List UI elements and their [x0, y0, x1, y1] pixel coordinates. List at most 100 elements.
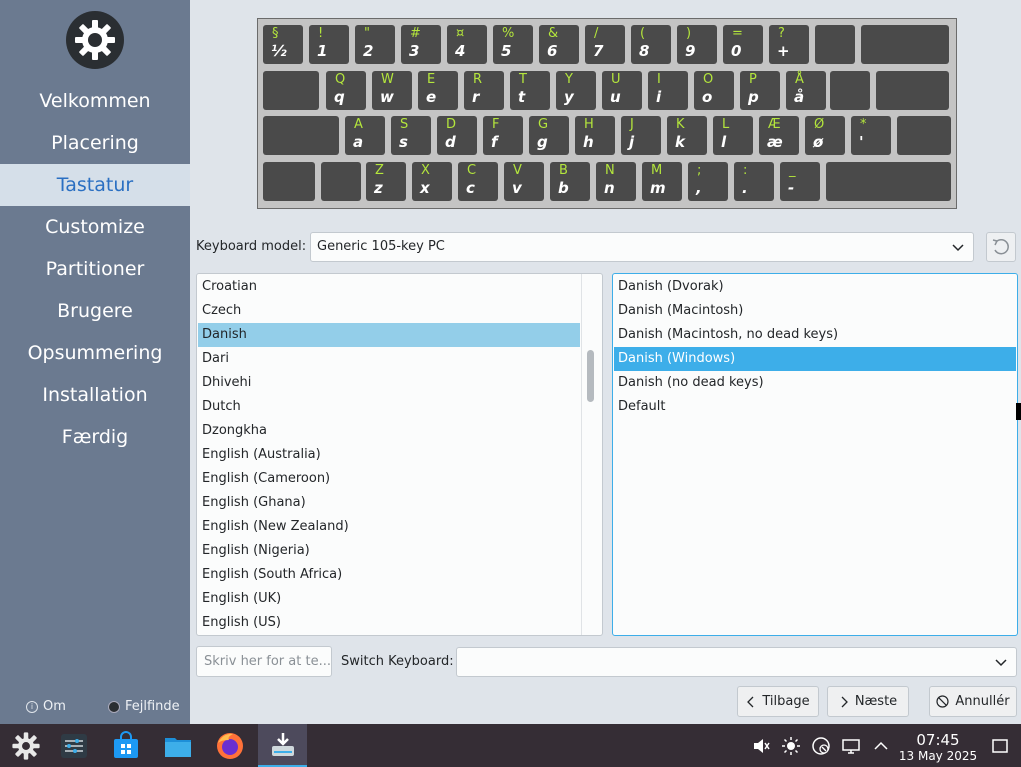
system-settings-icon[interactable] [52, 724, 96, 767]
clock[interactable]: 07:45 13 May 2025 [895, 732, 981, 764]
keyboard-key: * ' [851, 116, 891, 155]
layout-list-item[interactable]: Dzongkha [198, 419, 580, 443]
keyboard-test-input[interactable]: Skriv her for at te... [196, 646, 332, 677]
key-shift-label: X [421, 163, 430, 178]
debug-button[interactable]: Fejlfinde [108, 697, 180, 717]
keyboard-key [321, 162, 361, 201]
discover-store-icon[interactable] [104, 724, 148, 767]
layout-list-scrollbar[interactable] [581, 274, 602, 635]
back-label: Tilbage [762, 694, 810, 709]
key-label: ' [859, 133, 864, 151]
keyboard-key: Ww [372, 71, 412, 110]
key-shift-label: % [502, 26, 515, 41]
key-shift-label: F [492, 117, 500, 132]
tray-expand-icon[interactable] [870, 724, 892, 767]
layout-list-item[interactable]: Dhivehi [198, 371, 580, 395]
about-button[interactable]: i Om [26, 697, 66, 717]
firefox-icon[interactable] [208, 724, 252, 767]
layout-list-item[interactable]: English (New Zealand) [198, 515, 580, 539]
network-icon[interactable] [810, 724, 832, 767]
keyboard-key [815, 25, 855, 64]
keyboard-variant-list[interactable]: Danish (Dvorak) Danish (Macintosh) Danish … [612, 273, 1018, 636]
step-1: Velkommen [39, 90, 151, 112]
key-label: 0 [731, 42, 742, 60]
layout-list-item[interactable]: English (US) [198, 611, 580, 635]
step-7: Opsummering [27, 342, 163, 364]
layout-list-item[interactable]: English (Ghana) [198, 491, 580, 515]
layout-list-item[interactable]: English (UK) [198, 587, 580, 611]
installer-icon[interactable] [258, 724, 307, 767]
layout-list-item[interactable]: Czech [198, 299, 580, 323]
show-desktop-icon[interactable] [988, 724, 1012, 767]
key-label: ø [813, 133, 824, 151]
keyboard-key: Ii [648, 71, 688, 110]
key-shift-label: / [594, 26, 599, 41]
keyboard-key: Hh [575, 116, 615, 155]
key-label: , [696, 179, 702, 197]
variant-list-item[interactable]: Default [614, 395, 1016, 419]
volume-muted-icon[interactable] [750, 724, 772, 767]
layout-list-item[interactable]: English (Australia) [198, 443, 580, 467]
layout-list-item[interactable]: Dutch [198, 395, 580, 419]
keyboard-key: Kk [667, 116, 707, 155]
key-shift-label: W [381, 72, 394, 87]
key-shift-label: S [400, 117, 409, 132]
key-label: d [445, 133, 456, 151]
variant-list-item[interactable]: Danish (Dvorak) [614, 275, 1016, 299]
keyboard-key: Rr [464, 71, 504, 110]
keyboard-layout-list[interactable]: Croatian Czech Danish Dari Dhivehi Dutch Dzong… [196, 273, 603, 636]
display-icon[interactable] [840, 724, 862, 767]
variant-list-item[interactable]: Danish (no dead keys) [614, 371, 1016, 395]
key-shift-label: T [519, 72, 527, 87]
variant-list-item[interactable]: Danish (Macintosh, no dead keys) [614, 323, 1016, 347]
key-shift-label: R [473, 72, 483, 87]
variant-list-item[interactable]: Danish (Windows) [614, 347, 1016, 371]
file-manager-icon[interactable] [156, 724, 200, 767]
key-label: ½ [271, 42, 287, 60]
key-shift-label: ; [697, 163, 702, 178]
next-label: Næste [854, 694, 898, 709]
brightness-icon[interactable] [780, 724, 802, 767]
scrollbar-thumb[interactable] [587, 350, 594, 402]
launcher-icon[interactable] [3, 724, 49, 767]
cancel-button[interactable]: Annullér [929, 686, 1017, 717]
keyboard-key: /7 [585, 25, 625, 64]
key-label: r [472, 88, 480, 106]
keyboard-key [861, 25, 949, 64]
back-button[interactable]: Tilbage [737, 686, 819, 717]
step-2: Placering [51, 132, 139, 154]
keyboard-model-select[interactable]: Generic 105-key PC [310, 232, 974, 262]
layout-list-item[interactable]: Danish [198, 323, 580, 347]
key-label: 8 [639, 42, 650, 60]
variant-list-item[interactable]: Danish (Macintosh) [614, 299, 1016, 323]
key-shift-label: Y [565, 72, 573, 87]
clock-date: 13 May 2025 [898, 749, 978, 763]
key-shift-label: V [513, 163, 522, 178]
key-shift-label: " [364, 26, 370, 41]
switch-keyboard-select[interactable] [456, 647, 1017, 677]
layout-list-item[interactable]: Dari [198, 347, 580, 371]
debug-label: Fejlfinde [125, 699, 180, 714]
key-label: t [518, 88, 526, 106]
key-shift-label: O [703, 72, 714, 87]
layout-list-item[interactable]: Croatian [198, 275, 580, 299]
info-icon: i [26, 701, 38, 713]
key-label: f [491, 133, 498, 151]
layout-list-item[interactable]: English (Cameroon) [198, 467, 580, 491]
reset-keyboard-model-button[interactable] [986, 232, 1016, 262]
step-9: Færdig [61, 426, 129, 448]
keyboard-key: ;, [688, 162, 728, 201]
keyboard-key: Pp [740, 71, 780, 110]
next-button[interactable]: Næste [827, 686, 909, 717]
key-shift-label: # [410, 26, 421, 41]
layout-list-item[interactable]: English (Nigeria) [198, 539, 580, 563]
key-label: 7 [593, 42, 604, 60]
key-label: 9 [685, 42, 696, 60]
keyboard-key: % 5 [493, 25, 533, 64]
cancel-icon [936, 695, 950, 708]
key-shift-label: * [860, 117, 867, 132]
layout-list-item[interactable]: English (South Africa) [198, 563, 580, 587]
key-label: h [583, 133, 594, 151]
keyboard-key: Øø [805, 116, 845, 155]
keyboard-key: & 6 [539, 25, 579, 64]
